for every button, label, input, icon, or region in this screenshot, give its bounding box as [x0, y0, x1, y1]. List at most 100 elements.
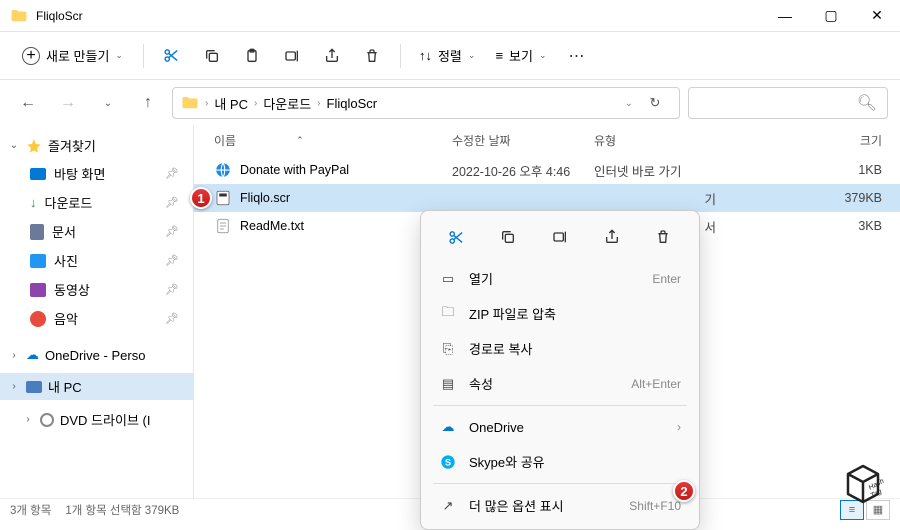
ctx-toolbar — [427, 217, 693, 261]
ctx-share-button[interactable] — [594, 221, 630, 253]
ctx-cut-button[interactable] — [439, 221, 475, 253]
sidebar-item-label: 사진 — [54, 251, 78, 270]
ctx-more-shortcut: Shift+F10 — [629, 499, 681, 513]
more-button[interactable]: ⋯ — [559, 38, 595, 74]
toolbar: + 새로 만들기 ⌄ ↑↓ 정렬 ⌄ ≡ 보기 ⌄ ⋯ — [0, 32, 900, 80]
column-type[interactable]: 유형 — [594, 132, 722, 149]
music-icon — [30, 311, 46, 327]
download-icon: ↓ — [30, 195, 37, 210]
status-count: 3개 항목 — [10, 502, 51, 518]
chevron-down-icon: ⌄ — [468, 50, 476, 61]
minimize-button[interactable]: ― — [762, 0, 808, 32]
ctx-onedrive[interactable]: ☁ OneDrive › — [427, 410, 693, 444]
refresh-button[interactable]: ↻ — [639, 87, 671, 119]
file-row[interactable]: Donate with PayPal 2022-10-26 오후 4:46 인터… — [194, 156, 900, 184]
ctx-onedrive-label: OneDrive — [469, 420, 665, 435]
chevron-icon: › — [317, 98, 320, 109]
ctx-copypath[interactable]: ⎘ 경로로 복사 — [427, 331, 693, 366]
back-button[interactable]: ← — [12, 87, 44, 119]
delete-button[interactable] — [354, 38, 390, 74]
sidebar-onedrive[interactable]: › ☁ OneDrive - Perso — [0, 343, 193, 367]
cloud-icon: ☁ — [26, 347, 39, 363]
chevron-icon: › — [205, 98, 208, 109]
separator — [143, 44, 144, 68]
breadcrumb-item[interactable]: 다운로드 — [263, 94, 311, 113]
file-date: 2022-10-26 오후 4:46 — [452, 161, 594, 180]
ctx-rename-button[interactable] — [542, 221, 578, 253]
sidebar-item-desktop[interactable]: 바탕 화면 📌︎ — [0, 159, 193, 188]
chevron-right-icon: › — [677, 420, 681, 434]
view-button[interactable]: ≡ 보기 ⌄ — [487, 40, 554, 71]
sidebar-item-videos[interactable]: 동영상 📌︎ — [0, 275, 193, 304]
pc-icon — [26, 381, 42, 393]
sidebar-item-label: 다운로드 — [45, 193, 93, 212]
pin-icon: 📌︎ — [165, 225, 179, 238]
document-icon — [30, 224, 44, 240]
cut-button[interactable] — [154, 38, 190, 74]
sidebar-item-label: 바탕 화면 — [54, 164, 105, 183]
file-row-selected[interactable]: 1 Fliqlo.scr 기 379KB — [194, 184, 900, 212]
chevron-down-icon[interactable]: ⌄ — [625, 98, 633, 109]
rename-button[interactable] — [274, 38, 310, 74]
sidebar-thispc-label: 내 PC — [48, 377, 82, 396]
column-name[interactable]: 이름⌃ — [214, 132, 452, 149]
up-button[interactable]: ↑ — [132, 87, 164, 119]
chevron-down-icon: ⌄ — [8, 140, 20, 151]
desktop-icon — [30, 168, 46, 180]
breadcrumb-item[interactable]: FliqloScr — [327, 96, 378, 111]
close-button[interactable]: ✕ — [854, 0, 900, 32]
sidebar-item-music[interactable]: 음악 📌︎ — [0, 304, 193, 333]
chevron-right-icon: › — [8, 381, 20, 392]
breadcrumb-item[interactable]: 내 PC — [214, 94, 248, 113]
ctx-delete-button[interactable] — [645, 221, 681, 253]
pin-icon: 📌︎ — [165, 167, 179, 180]
ctx-open[interactable]: ▭ 열기 Enter — [427, 261, 693, 296]
ctx-skype[interactable]: S Skype와 공유 — [427, 444, 693, 479]
sidebar-item-downloads[interactable]: ↓ 다운로드 📌︎ — [0, 188, 193, 217]
chevron-right-icon: › — [22, 414, 34, 425]
plus-icon: + — [22, 47, 40, 65]
separator — [433, 483, 687, 484]
paste-button[interactable] — [234, 38, 270, 74]
ctx-copy-button[interactable] — [490, 221, 526, 253]
ctx-properties[interactable]: ▤ 속성 Alt+Enter — [427, 366, 693, 401]
sidebar-item-pictures[interactable]: 사진 📌︎ — [0, 246, 193, 275]
window-title: FliqloScr — [36, 9, 762, 23]
window-controls: ― ▢ ✕ — [762, 0, 900, 32]
sort-button[interactable]: ↑↓ 정렬 ⌄ — [411, 40, 483, 71]
search-input[interactable]: 🔍︎ — [688, 87, 888, 119]
share-button[interactable] — [314, 38, 350, 74]
copy-button[interactable] — [194, 38, 230, 74]
file-type: 기 — [594, 189, 722, 208]
breadcrumb[interactable]: › 내 PC › 다운로드 › FliqloScr ⌄ ↻ — [172, 87, 680, 119]
ctx-more-options[interactable]: ↗ 더 많은 옵션 표시 Shift+F10 2 — [427, 488, 693, 523]
file-size: 3KB — [722, 219, 900, 233]
properties-icon: ▤ — [439, 375, 457, 393]
annotation-badge-1: 1 — [190, 187, 212, 209]
star-icon — [26, 138, 42, 154]
column-date[interactable]: 수정한 날짜 — [452, 132, 594, 149]
sidebar-item-documents[interactable]: 문서 📌︎ — [0, 217, 193, 246]
maximize-button[interactable]: ▢ — [808, 0, 854, 32]
cloud-icon: ☁ — [439, 418, 457, 436]
ctx-zip[interactable]: 🗀 ZIP 파일로 압축 — [427, 296, 693, 331]
sidebar-dvd[interactable]: › DVD 드라이브 (I — [0, 406, 193, 433]
separator — [433, 405, 687, 406]
column-size[interactable]: 크기 — [722, 132, 900, 149]
context-menu: ▭ 열기 Enter 🗀 ZIP 파일로 압축 ⎘ 경로로 복사 ▤ 속성 Al… — [420, 210, 700, 530]
new-button[interactable]: + 새로 만들기 ⌄ — [12, 40, 133, 71]
pin-icon: 📌︎ — [165, 196, 179, 209]
address-bar: ← → ⌄ ↑ › 내 PC › 다운로드 › FliqloScr ⌄ ↻ 🔍︎ — [0, 80, 900, 126]
sidebar-favorites[interactable]: ⌄ 즐겨찾기 — [0, 132, 193, 159]
sidebar-dvd-label: DVD 드라이브 (I — [60, 410, 150, 429]
forward-button[interactable]: → — [52, 87, 84, 119]
ctx-props-label: 속성 — [469, 374, 619, 393]
open-icon: ▭ — [439, 270, 457, 288]
status-selected: 1개 항목 선택함 379KB — [65, 502, 179, 518]
chevron-down-icon[interactable]: ⌄ — [92, 87, 124, 119]
annotation-badge-2: 2 — [673, 480, 695, 502]
sidebar-item-label: 음악 — [54, 309, 78, 328]
disc-icon — [40, 413, 54, 427]
sidebar-thispc[interactable]: › 내 PC — [0, 373, 193, 400]
pin-icon: 📌︎ — [165, 312, 179, 325]
